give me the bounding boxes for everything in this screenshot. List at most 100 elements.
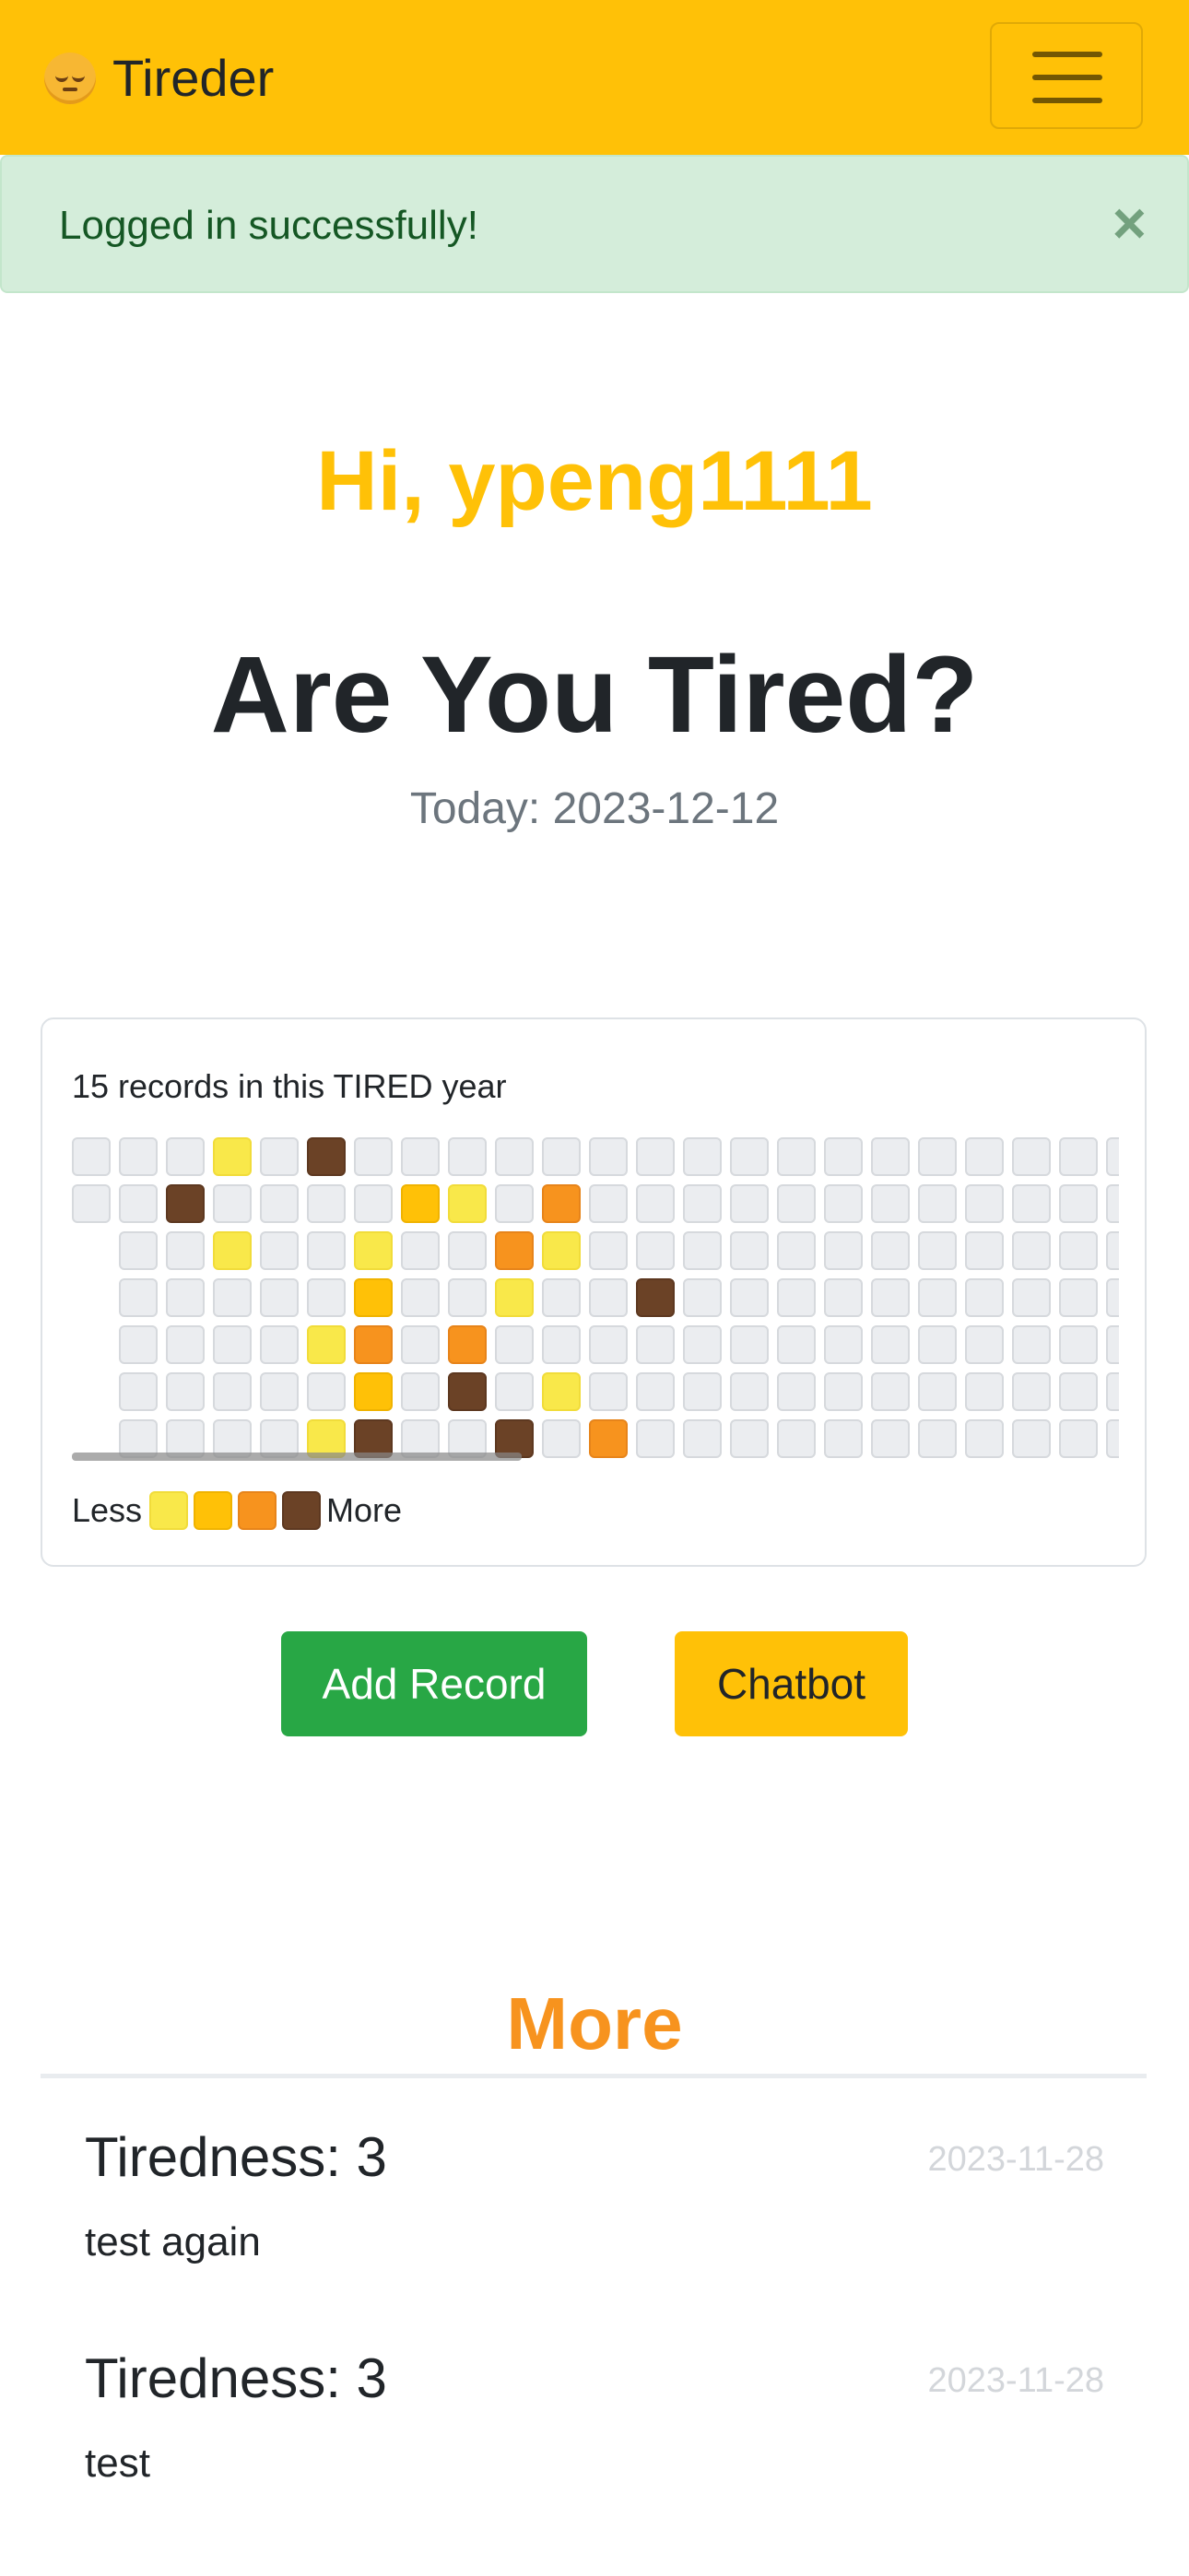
heatmap-day-cell[interactable] — [965, 1278, 1004, 1317]
heatmap-day-cell[interactable] — [213, 1278, 252, 1317]
heatmap-day-cell[interactable] — [1012, 1184, 1051, 1223]
heatmap-day-cell[interactable] — [730, 1231, 769, 1270]
heatmap-day-cell[interactable] — [448, 1184, 487, 1223]
chatbot-button[interactable]: Chatbot — [675, 1631, 908, 1736]
heatmap-day-cell[interactable] — [871, 1372, 910, 1411]
heatmap-day-cell[interactable] — [1012, 1231, 1051, 1270]
heatmap-day-cell[interactable] — [636, 1137, 675, 1176]
heatmap-day-cell[interactable] — [448, 1137, 487, 1176]
heatmap-day-cell[interactable] — [119, 1278, 158, 1317]
heatmap-day-cell[interactable] — [871, 1278, 910, 1317]
heatmap-day-cell[interactable] — [824, 1137, 863, 1176]
heatmap-day-cell[interactable] — [1012, 1278, 1051, 1317]
heatmap-day-cell[interactable] — [1012, 1137, 1051, 1176]
heatmap-day-cell[interactable] — [683, 1231, 722, 1270]
heatmap-day-cell[interactable] — [119, 1325, 158, 1364]
close-icon[interactable]: × — [1112, 194, 1147, 253]
heatmap-day-cell[interactable] — [354, 1372, 393, 1411]
heatmap-day-cell[interactable] — [824, 1184, 863, 1223]
heatmap-day-cell[interactable] — [260, 1231, 299, 1270]
heatmap-day-cell[interactable] — [448, 1231, 487, 1270]
heatmap-day-cell[interactable] — [965, 1419, 1004, 1458]
heatmap-day-cell[interactable] — [307, 1231, 346, 1270]
heatmap-day-cell[interactable] — [965, 1372, 1004, 1411]
heatmap-day-cell[interactable] — [166, 1184, 205, 1223]
heatmap-day-cell[interactable] — [119, 1137, 158, 1176]
heatmap-day-cell[interactable] — [354, 1231, 393, 1270]
heatmap-day-cell[interactable] — [260, 1372, 299, 1411]
heatmap-day-cell[interactable] — [683, 1278, 722, 1317]
heatmap-day-cell[interactable] — [401, 1184, 440, 1223]
heatmap-day-cell[interactable] — [777, 1231, 816, 1270]
heatmap-day-cell[interactable] — [119, 1372, 158, 1411]
heatmap-day-cell[interactable] — [589, 1419, 628, 1458]
heatmap-day-cell[interactable] — [542, 1184, 581, 1223]
heatmap-day-cell[interactable] — [777, 1372, 816, 1411]
heatmap-day-cell[interactable] — [213, 1231, 252, 1270]
heatmap-day-cell[interactable] — [1106, 1325, 1119, 1364]
heatmap-day-cell[interactable] — [918, 1372, 957, 1411]
heatmap-day-cell[interactable] — [354, 1184, 393, 1223]
heatmap-day-cell[interactable] — [260, 1137, 299, 1176]
brand-link[interactable]: Tireder — [44, 48, 274, 108]
heatmap-day-cell[interactable] — [730, 1137, 769, 1176]
heatmap-day-cell[interactable] — [730, 1184, 769, 1223]
heatmap-day-cell[interactable] — [683, 1419, 722, 1458]
heatmap-day-cell[interactable] — [542, 1137, 581, 1176]
heatmap-day-cell[interactable] — [871, 1184, 910, 1223]
heatmap-day-cell[interactable] — [307, 1278, 346, 1317]
heatmap-day-cell[interactable] — [307, 1184, 346, 1223]
heatmap-day-cell[interactable] — [72, 1184, 111, 1223]
heatmap-day-cell[interactable] — [730, 1325, 769, 1364]
heatmap-day-cell[interactable] — [589, 1137, 628, 1176]
heatmap-day-cell[interactable] — [260, 1325, 299, 1364]
heatmap-day-cell[interactable] — [401, 1325, 440, 1364]
heatmap-day-cell[interactable] — [1106, 1184, 1119, 1223]
heatmap-day-cell[interactable] — [1106, 1137, 1119, 1176]
heatmap-day-cell[interactable] — [777, 1419, 816, 1458]
heatmap-day-cell[interactable] — [119, 1184, 158, 1223]
heatmap-day-cell[interactable] — [589, 1325, 628, 1364]
heatmap-day-cell[interactable] — [871, 1419, 910, 1458]
heatmap-day-cell[interactable] — [1059, 1278, 1098, 1317]
heatmap-day-cell[interactable] — [589, 1278, 628, 1317]
heatmap-day-cell[interactable] — [260, 1278, 299, 1317]
heatmap-day-cell[interactable] — [166, 1231, 205, 1270]
heatmap-day-cell[interactable] — [119, 1231, 158, 1270]
heatmap-day-cell[interactable] — [871, 1137, 910, 1176]
heatmap-day-cell[interactable] — [401, 1231, 440, 1270]
heatmap-day-cell[interactable] — [589, 1372, 628, 1411]
heatmap-day-cell[interactable] — [1012, 1419, 1051, 1458]
heatmap-day-cell[interactable] — [730, 1278, 769, 1317]
heatmap-day-cell[interactable] — [918, 1278, 957, 1317]
heatmap-day-cell[interactable] — [1012, 1325, 1051, 1364]
heatmap-day-cell[interactable] — [965, 1137, 1004, 1176]
heatmap-day-cell[interactable] — [777, 1184, 816, 1223]
heatmap-day-cell[interactable] — [871, 1325, 910, 1364]
heatmap-day-cell[interactable] — [1059, 1137, 1098, 1176]
heatmap-day-cell[interactable] — [824, 1231, 863, 1270]
heatmap-day-cell[interactable] — [777, 1278, 816, 1317]
heatmap-day-cell[interactable] — [166, 1325, 205, 1364]
heatmap-day-cell[interactable] — [260, 1184, 299, 1223]
heatmap-day-cell[interactable] — [636, 1184, 675, 1223]
heatmap-day-cell[interactable] — [636, 1231, 675, 1270]
heatmap-day-cell[interactable] — [401, 1278, 440, 1317]
heatmap-day-cell[interactable] — [730, 1372, 769, 1411]
heatmap-day-cell[interactable] — [589, 1184, 628, 1223]
heatmap-day-cell[interactable] — [401, 1372, 440, 1411]
heatmap-day-cell[interactable] — [683, 1184, 722, 1223]
heatmap-day-cell[interactable] — [542, 1419, 581, 1458]
heatmap-day-cell[interactable] — [495, 1372, 534, 1411]
heatmap-day-cell[interactable] — [495, 1184, 534, 1223]
heatmap-day-cell[interactable] — [542, 1372, 581, 1411]
heatmap-day-cell[interactable] — [166, 1278, 205, 1317]
heatmap-day-cell[interactable] — [1059, 1325, 1098, 1364]
heatmap-day-cell[interactable] — [918, 1231, 957, 1270]
heatmap-day-cell[interactable] — [495, 1278, 534, 1317]
heatmap-day-cell[interactable] — [1106, 1372, 1119, 1411]
heatmap-day-cell[interactable] — [824, 1325, 863, 1364]
heatmap-day-cell[interactable] — [213, 1325, 252, 1364]
heatmap-day-cell[interactable] — [777, 1325, 816, 1364]
heatmap-day-cell[interactable] — [777, 1137, 816, 1176]
